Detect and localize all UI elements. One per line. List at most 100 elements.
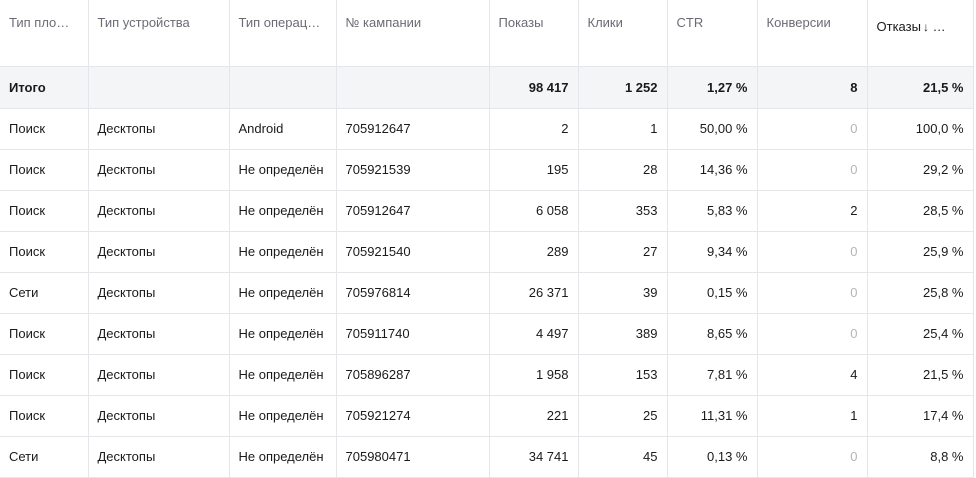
filter-chip[interactable]: > 0,0 % × [932,20,973,36]
header-os-type[interactable]: Тип операци… [229,0,337,67]
cell-device-type: Десктопы [88,313,230,355]
table-row[interactable]: Поиск Десктопы Не определён 705912647 6 058 3… [0,190,974,232]
cell-impressions: 221 [489,395,579,437]
cell-device-type: Десктопы [88,190,230,232]
cell-os-type: Не определён [229,272,337,314]
table-row[interactable]: Сети Десктопы Не определён 705976814 26 371 3… [0,272,974,314]
cell-clicks: 25 [578,395,668,437]
cell-clicks: 27 [578,231,668,273]
cell-device-type: Десктопы [88,231,230,273]
cell-bounces: 25,8 % [867,272,974,314]
total-cell [229,66,337,109]
table-row[interactable]: Поиск Десктопы Не определён 705896287 1 958 1… [0,354,974,396]
cell-campaign-number: 705921540 [336,231,490,273]
cell-clicks: 1 [578,108,668,150]
cell-os-type: Не определён [229,354,337,396]
cell-placement-type: Поиск [0,190,89,232]
cell-campaign-number: 705912647 [336,190,490,232]
cell-bounces: 17,4 % [867,395,974,437]
cell-bounces: 28,5 % [867,190,974,232]
cell-ctr: 9,34 % [667,231,758,273]
cell-bounces: 25,4 % [867,313,974,355]
cell-placement-type: Поиск [0,313,89,355]
cell-conversions: 0 [757,313,868,355]
total-cell: Итого [0,66,89,109]
header-placement-type[interactable]: Тип площ… [0,0,89,67]
table-row[interactable]: Поиск Десктопы Не определён 705921540 289 27 9… [0,231,974,273]
cell-impressions: 26 371 [489,272,579,314]
header-row: Тип площ… Тип устройства Тип операци… № … [0,0,974,67]
header-conversions[interactable]: Конверсии [757,0,868,67]
total-impressions: 98 417 [489,66,579,109]
cell-placement-type: Поиск [0,395,89,437]
cell-ctr: 5,83 % [667,190,758,232]
cell-os-type: Не определён [229,190,337,232]
cell-ctr: 0,15 % [667,272,758,314]
cell-impressions: 289 [489,231,579,273]
cell-campaign-number: 705911740 [336,313,490,355]
cell-os-type: Не определён [229,149,337,191]
table-row[interactable]: Поиск Десктопы Не определён 705921539 195 28 1… [0,149,974,191]
cell-ctr: 14,36 % [667,149,758,191]
header-bounces-label[interactable]: Отказы [877,19,921,34]
header-device-type[interactable]: Тип устройства [88,0,230,67]
cell-impressions: 2 [489,108,579,150]
cell-device-type: Десктопы [88,149,230,191]
cell-impressions: 6 058 [489,190,579,232]
total-cell [336,66,490,109]
cell-ctr: 11,31 % [667,395,758,437]
cell-placement-type: Поиск [0,231,89,273]
total-conversions: 8 [757,66,868,109]
cell-conversions: 1 [757,395,868,437]
cell-conversions: 4 [757,354,868,396]
cell-campaign-number: 705921274 [336,395,490,437]
cell-os-type: Не определён [229,395,337,437]
sort-desc-icon[interactable]: ↓ [923,20,929,34]
cell-bounces: 29,2 % [867,149,974,191]
header-bounces[interactable]: Отказы↓ > 0,0 % × [867,0,974,67]
cell-conversions: 0 [757,108,868,150]
total-row: Итого 98 417 1 252 1,27 % 8 21,5 % [0,66,974,109]
cell-clicks: 39 [578,272,668,314]
filter-chip-label: > 0,0 % [938,22,973,34]
total-cell [88,66,230,109]
stats-table: Тип площ… Тип устройства Тип операци… № … [0,0,974,478]
cell-os-type: Android [229,108,337,150]
cell-os-type: Не определён [229,231,337,273]
cell-impressions: 1 958 [489,354,579,396]
cell-impressions: 195 [489,149,579,191]
cell-placement-type: Поиск [0,149,89,191]
cell-campaign-number: 705912647 [336,108,490,150]
cell-clicks: 353 [578,190,668,232]
cell-placement-type: Поиск [0,108,89,150]
cell-placement-type: Поиск [0,354,89,396]
cell-clicks: 153 [578,354,668,396]
table-row[interactable]: Поиск Десктопы Не определён 705921274 221 25 1… [0,395,974,437]
cell-conversions: 0 [757,231,868,273]
cell-conversions: 0 [757,149,868,191]
cell-campaign-number: 705896287 [336,354,490,396]
cell-device-type: Десктопы [88,354,230,396]
cell-impressions: 4 497 [489,313,579,355]
cell-device-type: Десктопы [88,108,230,150]
cell-clicks: 28 [578,149,668,191]
cell-clicks: 389 [578,313,668,355]
table-row[interactable]: Поиск Десктопы Не определён 705911740 4 497 3… [0,313,974,355]
total-ctr: 1,27 % [667,66,758,109]
cell-bounces: 21,5 % [867,354,974,396]
cell-device-type: Десктопы [88,395,230,437]
header-impressions[interactable]: Показы [489,0,579,67]
header-campaign-number[interactable]: № кампании [336,0,490,67]
cell-conversions: 0 [757,272,868,314]
header-clicks[interactable]: Клики [578,0,668,67]
total-bounces: 21,5 % [867,66,974,109]
total-clicks: 1 252 [578,66,668,109]
table-row[interactable]: Поиск Десктопы Android 705912647 2 1 50,00 % 0 1… [0,108,974,150]
cell-os-type: Не определён [229,313,337,355]
cell-ctr: 7,81 % [667,354,758,396]
cell-conversions: 2 [757,190,868,232]
cell-device-type: Десктопы [88,272,230,314]
header-ctr[interactable]: CTR [667,0,758,67]
cell-campaign-number: 705976814 [336,272,490,314]
cell-bounces: 100,0 % [867,108,974,150]
